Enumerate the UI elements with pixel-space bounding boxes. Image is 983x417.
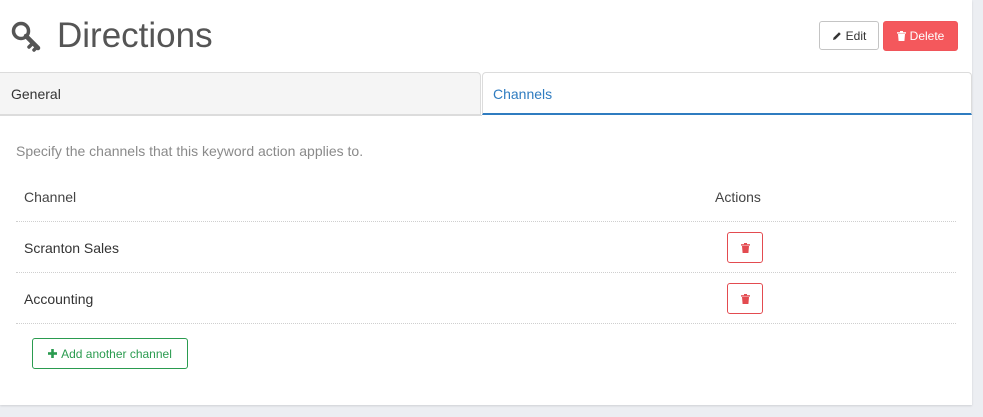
table-divider: [16, 272, 956, 273]
column-header-channel: Channel: [24, 189, 77, 205]
trash-icon: [740, 293, 750, 304]
trash-icon: [896, 31, 906, 41]
tab-general[interactable]: General: [0, 72, 481, 115]
page-header: Directions Edit Delete: [0, 0, 972, 72]
tab-general-label: General: [11, 86, 61, 102]
remove-channel-button[interactable]: [727, 283, 763, 314]
column-header-actions: Actions: [715, 189, 761, 205]
trash-icon: [740, 242, 750, 253]
tab-divider: [0, 115, 482, 116]
add-channel-label: Add another channel: [61, 346, 172, 361]
keyword-action-panel: Directions Edit Delete General Channels …: [0, 0, 972, 405]
edit-button[interactable]: Edit: [819, 21, 879, 50]
table-divider: [16, 221, 956, 222]
plus-icon: [48, 349, 58, 358]
delete-button[interactable]: Delete: [883, 21, 958, 51]
table-row-channel-name: Scranton Sales: [24, 240, 119, 256]
pencil-icon: [832, 31, 842, 41]
tab-bar: General Channels: [0, 72, 972, 115]
add-channel-button[interactable]: Add another channel: [32, 338, 188, 369]
channels-description: Specify the channels that this keyword a…: [16, 143, 364, 159]
key-icon: [11, 21, 43, 53]
page-title: Directions: [57, 16, 213, 55]
table-divider: [16, 323, 956, 324]
edit-button-label: Edit: [845, 28, 867, 43]
table-row-channel-name: Accounting: [24, 291, 94, 307]
tab-channels[interactable]: Channels: [482, 72, 972, 115]
remove-channel-button[interactable]: [727, 232, 763, 263]
tab-channels-label: Channels: [493, 86, 553, 102]
delete-button-label: Delete: [909, 29, 945, 43]
